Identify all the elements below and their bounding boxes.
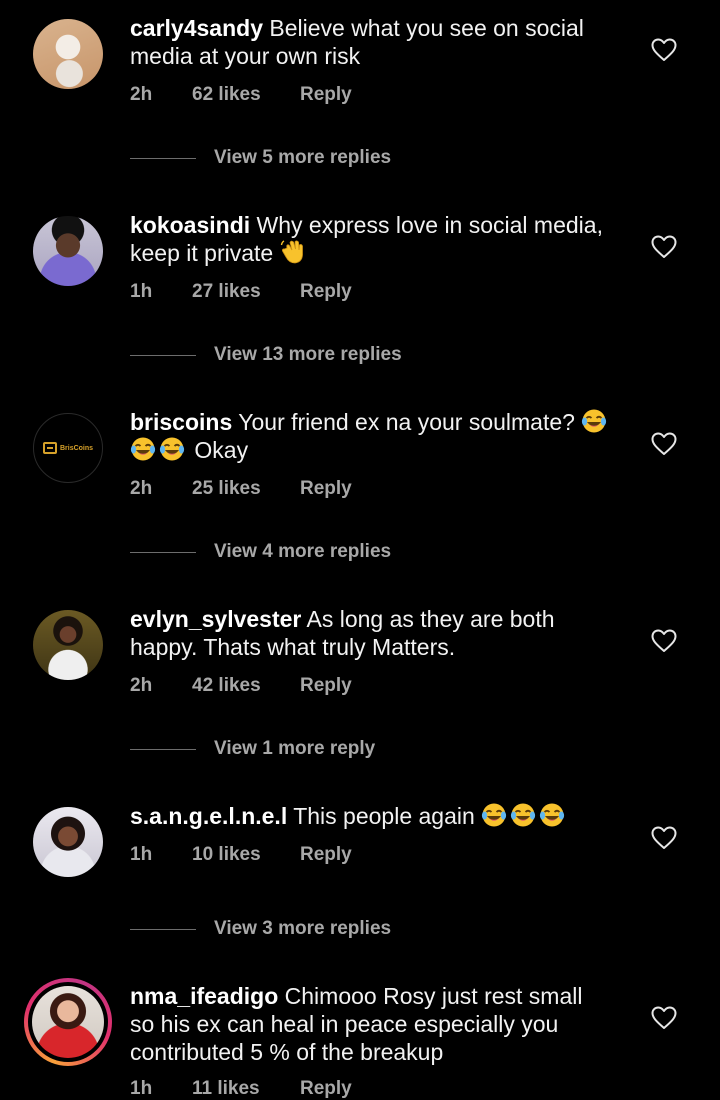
view-replies-label: View 5 more replies bbox=[214, 147, 392, 168]
briscoins-logo: BrisCoins bbox=[42, 442, 94, 454]
heart-outline-icon[interactable] bbox=[651, 1006, 677, 1030]
comment-likes[interactable]: 42 likes bbox=[192, 675, 261, 697]
comment-likes[interactable]: 10 likes bbox=[192, 844, 261, 866]
comment-text: briscoins Your friend ex na your soulmat… bbox=[130, 408, 620, 464]
avatar[interactable]: BrisCoins bbox=[33, 413, 103, 483]
divider-line bbox=[130, 158, 196, 159]
divider-line bbox=[130, 929, 196, 930]
comment-time: 2h bbox=[130, 84, 153, 105]
comment-text: kokoasindi Why express love in social me… bbox=[130, 211, 620, 267]
heart-outline-icon[interactable] bbox=[651, 432, 677, 456]
comment-username[interactable]: briscoins bbox=[130, 409, 232, 435]
avatar[interactable] bbox=[33, 807, 103, 877]
view-replies-label: View 4 more replies bbox=[214, 541, 392, 562]
comment-time: 1h bbox=[130, 281, 153, 302]
comment-likes[interactable]: 27 likes bbox=[192, 281, 261, 303]
tears-of-joy-icon bbox=[481, 802, 507, 828]
reply-button[interactable]: Reply bbox=[300, 844, 352, 866]
waving-hand-icon bbox=[280, 239, 306, 265]
comment-likes[interactable]: 25 likes bbox=[192, 478, 261, 500]
divider-line bbox=[130, 749, 196, 750]
story-ring-gap bbox=[28, 982, 108, 1062]
tears-of-joy-icon bbox=[510, 802, 536, 828]
comment-text: carly4sandy Believe what you see on soci… bbox=[130, 14, 620, 70]
tears-of-joy-icon bbox=[130, 436, 156, 462]
avatar[interactable] bbox=[33, 610, 103, 680]
avatar-with-story-ring[interactable] bbox=[24, 978, 112, 1066]
comment-text: s.a.n.g.e.l.n.e.l This people again bbox=[130, 802, 620, 830]
comment-username[interactable]: s.a.n.g.e.l.n.e.l bbox=[130, 803, 287, 829]
comment-time: 2h bbox=[130, 478, 153, 499]
avatar[interactable] bbox=[33, 19, 103, 89]
comment-time: 1h bbox=[130, 1078, 153, 1099]
view-replies-label: View 3 more replies bbox=[214, 918, 392, 939]
comment-time: 2h bbox=[130, 675, 153, 696]
comment-username[interactable]: evlyn_sylvester bbox=[130, 606, 301, 632]
reply-button[interactable]: Reply bbox=[300, 675, 352, 697]
view-replies-label: View 13 more replies bbox=[214, 344, 402, 365]
comment-likes[interactable]: 11 likes bbox=[192, 1078, 260, 1100]
reply-button[interactable]: Reply bbox=[300, 281, 352, 303]
comment-time: 1h bbox=[130, 844, 153, 865]
briscoins-logo-text: BrisCoins bbox=[59, 444, 94, 452]
comment-text: nma_ifeadigo Chimooo Rosy just rest smal… bbox=[130, 982, 610, 1066]
reply-button[interactable]: Reply bbox=[300, 84, 352, 106]
tears-of-joy-icon bbox=[581, 408, 607, 434]
comment-text: evlyn_sylvester As long as they are both… bbox=[130, 605, 600, 661]
comment-body: This people again bbox=[293, 803, 475, 829]
divider-line bbox=[130, 355, 196, 356]
tears-of-joy-icon bbox=[159, 436, 185, 462]
comment-username[interactable]: nma_ifeadigo bbox=[130, 983, 278, 1009]
comment-body-end: Okay bbox=[194, 437, 249, 463]
reply-button[interactable]: Reply bbox=[300, 478, 352, 500]
comment-username[interactable]: kokoasindi bbox=[130, 212, 250, 238]
comment-username[interactable]: carly4sandy bbox=[130, 15, 263, 41]
reply-button[interactable]: Reply bbox=[300, 1078, 352, 1100]
avatar[interactable] bbox=[33, 216, 103, 286]
heart-outline-icon[interactable] bbox=[651, 38, 677, 62]
comment-likes[interactable]: 62 likes bbox=[192, 84, 261, 106]
view-replies-label: View 1 more reply bbox=[214, 738, 376, 759]
heart-outline-icon[interactable] bbox=[651, 826, 677, 850]
tears-of-joy-icon bbox=[539, 802, 565, 828]
heart-outline-icon[interactable] bbox=[651, 235, 677, 259]
divider-line bbox=[130, 552, 196, 553]
comment-body: Your friend ex na your soulmate? bbox=[238, 409, 575, 435]
heart-outline-icon[interactable] bbox=[651, 629, 677, 653]
avatar bbox=[32, 986, 104, 1058]
